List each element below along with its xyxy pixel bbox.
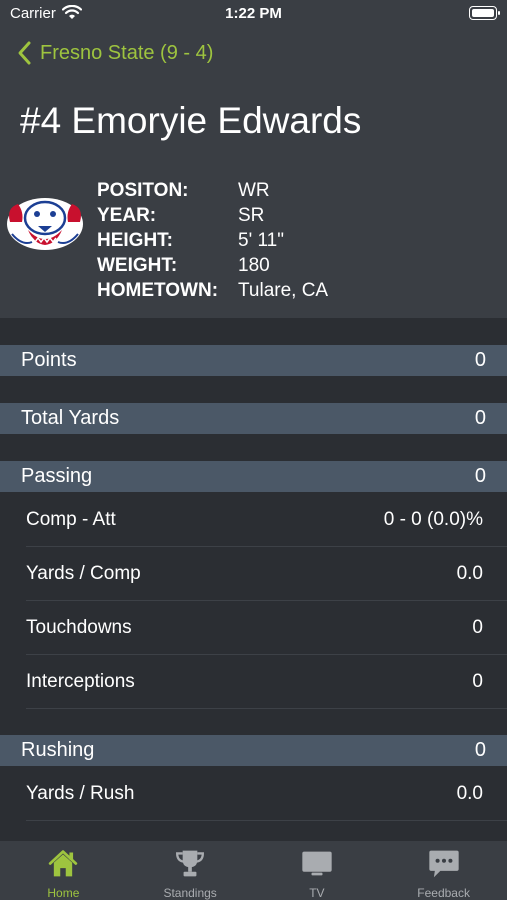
section-value: 0 bbox=[474, 465, 486, 487]
stat-row-yards-per-rush: Yards / Rush 0.0 bbox=[0, 767, 507, 821]
section-header-points[interactable]: Points 0 bbox=[0, 345, 507, 376]
weight-value: 180 bbox=[238, 255, 270, 276]
bulldog-logo-icon bbox=[7, 198, 83, 250]
section-value: 0 bbox=[474, 407, 486, 429]
section-title: Points bbox=[21, 349, 77, 371]
hometown-value: Tulare, CA bbox=[238, 280, 329, 301]
stat-row-interceptions: Interceptions 0 bbox=[0, 655, 507, 709]
section-value: 0 bbox=[474, 349, 486, 371]
section-title: Total Yards bbox=[21, 407, 120, 429]
stat-label: Comp - Att bbox=[26, 509, 116, 530]
section-value: 0 bbox=[474, 739, 486, 761]
stat-row-comp-att: Comp - Att 0 - 0 (0.0)% bbox=[0, 493, 507, 547]
battery-icon bbox=[469, 6, 500, 20]
chevron-left-icon bbox=[18, 41, 31, 65]
player-info-values: WR SR 5' 11" 180 Tulare, CA bbox=[238, 178, 328, 303]
stat-value: 0 bbox=[472, 617, 483, 638]
stat-value: 0.0 bbox=[456, 783, 483, 804]
trophy-icon bbox=[176, 850, 205, 877]
position-label: POSITON: bbox=[97, 180, 189, 201]
year-label: YEAR: bbox=[97, 205, 157, 226]
position-value: WR bbox=[238, 180, 270, 201]
player-info-labels: POSITON: YEAR: HEIGHT: WEIGHT: HOMETOWN: bbox=[97, 178, 218, 303]
stat-label: Yards / Comp bbox=[26, 563, 141, 584]
stat-value: 0.0 bbox=[456, 563, 483, 584]
stat-label: Touchdowns bbox=[26, 617, 132, 638]
stat-row-touchdowns: Touchdowns 0 bbox=[0, 601, 507, 655]
tab-standings[interactable]: Standings bbox=[127, 841, 254, 900]
stat-label: Interceptions bbox=[26, 671, 135, 692]
player-header: Fresno State (9 - 4) #4 Emoryie Edwards … bbox=[0, 30, 507, 318]
page-title: #4 Emoryie Edwards bbox=[20, 100, 362, 141]
height-label: HEIGHT: bbox=[97, 230, 173, 251]
tab-label: Feedback bbox=[417, 886, 470, 900]
tab-label: TV bbox=[309, 886, 325, 900]
status-bar: Carrier 1:22 PM bbox=[0, 0, 507, 30]
year-value: SR bbox=[238, 205, 265, 226]
back-button[interactable]: Fresno State (9 - 4) bbox=[14, 38, 213, 68]
stat-label: Yards / Rush bbox=[26, 783, 135, 804]
stat-row-yards-per-comp: Yards / Comp 0.0 bbox=[0, 547, 507, 601]
section-title: Passing bbox=[21, 465, 93, 487]
section-title: Rushing bbox=[21, 739, 95, 761]
weight-label: WEIGHT: bbox=[97, 255, 178, 276]
section-header-passing[interactable]: Passing 0 bbox=[0, 461, 507, 492]
tv-icon bbox=[302, 851, 332, 876]
stat-value: 0 - 0 (0.0)% bbox=[383, 509, 483, 530]
height-value: 5' 11" bbox=[238, 230, 284, 251]
status-time: 1:22 PM bbox=[225, 5, 282, 22]
tab-tv[interactable]: TV bbox=[254, 841, 381, 900]
section-header-rushing[interactable]: Rushing 0 bbox=[0, 735, 507, 766]
back-button-label: Fresno State (9 - 4) bbox=[40, 41, 214, 64]
section-header-total-yards[interactable]: Total Yards 0 bbox=[0, 403, 507, 434]
tab-label: Home bbox=[47, 886, 80, 900]
tab-bar: Home Standings TV Feedback bbox=[0, 840, 507, 900]
chat-icon bbox=[428, 850, 459, 878]
tab-label: Standings bbox=[163, 886, 217, 900]
stat-value: 0 bbox=[472, 671, 483, 692]
tab-feedback[interactable]: Feedback bbox=[380, 841, 507, 900]
tab-home[interactable]: Home bbox=[0, 841, 127, 900]
home-icon bbox=[49, 850, 78, 877]
hometown-label: HOMETOWN: bbox=[97, 280, 219, 301]
